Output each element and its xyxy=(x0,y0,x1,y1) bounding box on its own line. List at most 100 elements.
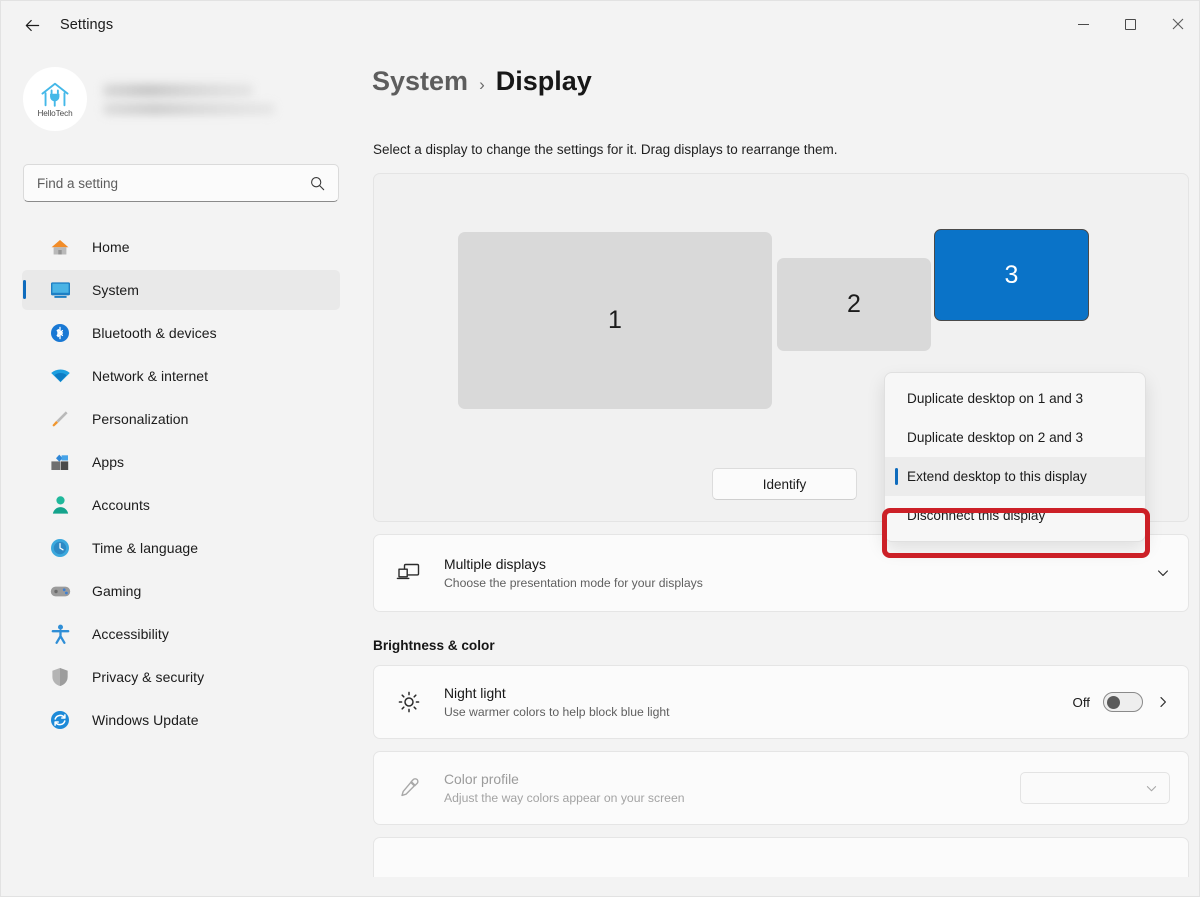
sidebar-item-system[interactable]: System xyxy=(22,270,340,310)
menu-item-disconnect-display[interactable]: Disconnect this display xyxy=(885,496,1145,535)
monitor-3-selected[interactable]: 3 xyxy=(934,229,1089,321)
account-text xyxy=(103,84,275,115)
menu-item-duplicate-2-3[interactable]: Duplicate desktop on 2 and 3 xyxy=(885,418,1145,457)
maximize-icon xyxy=(1125,19,1136,30)
home-icon xyxy=(49,236,71,258)
sidebar-item-label: Gaming xyxy=(92,583,141,599)
multiple-displays-text: Multiple displays Choose the presentatio… xyxy=(444,556,1156,590)
paintbrush-icon xyxy=(49,408,71,430)
night-light-toggle[interactable] xyxy=(1103,692,1143,712)
search-box[interactable] xyxy=(23,164,339,202)
monitor-number: 1 xyxy=(608,306,622,335)
close-icon xyxy=(1172,18,1184,30)
update-refresh-icon xyxy=(49,709,71,731)
page-title: Display xyxy=(496,66,592,97)
sidebar-nav: Home System xyxy=(1,224,361,743)
sidebar-item-label: Privacy & security xyxy=(92,669,204,685)
sun-icon xyxy=(394,690,424,714)
row-subtitle: Choose the presentation mode for your di… xyxy=(444,576,1156,590)
display-intro-text: Select a display to change the settings … xyxy=(373,142,1200,157)
sidebar-item-privacy-security[interactable]: Privacy & security xyxy=(22,657,340,697)
bluetooth-icon xyxy=(49,322,71,344)
account-name-redacted xyxy=(103,84,253,97)
minimize-button[interactable] xyxy=(1060,1,1107,47)
sidebar-item-label: Bluetooth & devices xyxy=(92,325,217,341)
monitor-2[interactable]: 2 xyxy=(777,258,931,351)
brightness-color-heading: Brightness & color xyxy=(373,638,1200,653)
wifi-icon xyxy=(49,365,71,387)
night-light-row[interactable]: Night light Use warmer colors to help bl… xyxy=(373,665,1189,739)
chevron-right-icon: › xyxy=(479,75,485,95)
sidebar-item-time-language[interactable]: Time & language xyxy=(22,528,340,568)
avatar: HelloTech xyxy=(23,67,87,131)
sidebar-item-personalization[interactable]: Personalization xyxy=(22,399,340,439)
close-button[interactable] xyxy=(1154,1,1200,47)
system-monitor-icon xyxy=(49,279,71,301)
eyedropper-icon xyxy=(394,777,424,799)
window-title: Settings xyxy=(60,17,113,33)
title-bar: Settings xyxy=(1,1,1200,49)
sidebar-item-bluetooth-devices[interactable]: Bluetooth & devices xyxy=(22,313,340,353)
clock-icon xyxy=(49,537,71,559)
back-arrow-icon xyxy=(24,17,41,34)
settings-window: Settings xyxy=(0,0,1200,897)
sidebar-item-label: Network & internet xyxy=(92,368,208,384)
search-icon xyxy=(310,176,325,191)
breadcrumb: System › Display xyxy=(372,66,1200,97)
apps-icon xyxy=(49,451,71,473)
hellotech-house-plug-icon xyxy=(39,81,71,108)
color-profile-controls xyxy=(1020,772,1170,804)
display-arrangement-panel[interactable]: 1 2 3 Identify Duplicate desktop on 1 an… xyxy=(373,173,1189,522)
breadcrumb-system-link[interactable]: System xyxy=(372,66,468,97)
identify-button[interactable]: Identify xyxy=(712,468,857,500)
sidebar-item-network-internet[interactable]: Network & internet xyxy=(22,356,340,396)
shield-icon xyxy=(49,666,71,688)
color-profile-row: Color profile Adjust the way colors appe… xyxy=(373,751,1189,825)
sidebar-item-label: Time & language xyxy=(92,540,198,556)
sidebar-item-windows-update[interactable]: Windows Update xyxy=(22,700,340,740)
row-subtitle: Adjust the way colors appear on your scr… xyxy=(444,791,1020,805)
sidebar-item-label: Apps xyxy=(92,454,124,470)
chevron-down-icon[interactable] xyxy=(1156,566,1170,580)
sidebar-item-label: Home xyxy=(92,239,130,255)
sidebar-item-label: Accessibility xyxy=(92,626,169,642)
sidebar-item-accessibility[interactable]: Accessibility xyxy=(22,614,340,654)
row-title: Night light xyxy=(444,685,1073,701)
gamepad-icon xyxy=(49,580,71,602)
sidebar-item-label: Accounts xyxy=(92,497,150,513)
minimize-icon xyxy=(1078,24,1089,25)
menu-item-duplicate-1-3[interactable]: Duplicate desktop on 1 and 3 xyxy=(885,379,1145,418)
chevron-down-icon xyxy=(1145,782,1158,795)
main-content: System › Display Select a display to cha… xyxy=(361,49,1200,897)
monitor-number: 2 xyxy=(847,290,861,319)
multiple-displays-icon xyxy=(394,562,424,584)
night-light-text: Night light Use warmer colors to help bl… xyxy=(444,685,1073,719)
multiple-displays-controls xyxy=(1156,566,1170,580)
sidebar: HelloTech xyxy=(1,49,361,897)
sidebar-item-home[interactable]: Home xyxy=(22,227,340,267)
row-title: Color profile xyxy=(444,771,1020,787)
sidebar-item-label: Personalization xyxy=(92,411,188,427)
person-icon xyxy=(49,494,71,516)
monitor-1[interactable]: 1 xyxy=(458,232,772,409)
monitor-number: 3 xyxy=(1005,261,1019,290)
chevron-right-icon[interactable] xyxy=(1156,695,1170,709)
sidebar-item-accounts[interactable]: Accounts xyxy=(22,485,340,525)
menu-item-extend-desktop[interactable]: Extend desktop to this display xyxy=(885,457,1145,496)
account-email-redacted xyxy=(103,103,275,115)
toggle-knob xyxy=(1107,696,1120,709)
sidebar-item-gaming[interactable]: Gaming xyxy=(22,571,340,611)
multiple-displays-row[interactable]: Multiple displays Choose the presentatio… xyxy=(373,534,1189,612)
color-profile-dropdown xyxy=(1020,772,1170,804)
next-setting-row-partial[interactable] xyxy=(373,837,1189,877)
night-light-controls: Off xyxy=(1073,692,1171,712)
account-summary[interactable]: HelloTech xyxy=(23,67,361,131)
window-controls xyxy=(1060,1,1200,47)
row-title: Multiple displays xyxy=(444,556,1156,572)
sidebar-item-label: Windows Update xyxy=(92,712,199,728)
search-input[interactable] xyxy=(24,176,310,191)
sidebar-item-apps[interactable]: Apps xyxy=(22,442,340,482)
back-button[interactable] xyxy=(15,9,49,41)
maximize-button[interactable] xyxy=(1107,1,1154,47)
row-subtitle: Use warmer colors to help block blue lig… xyxy=(444,705,1073,719)
